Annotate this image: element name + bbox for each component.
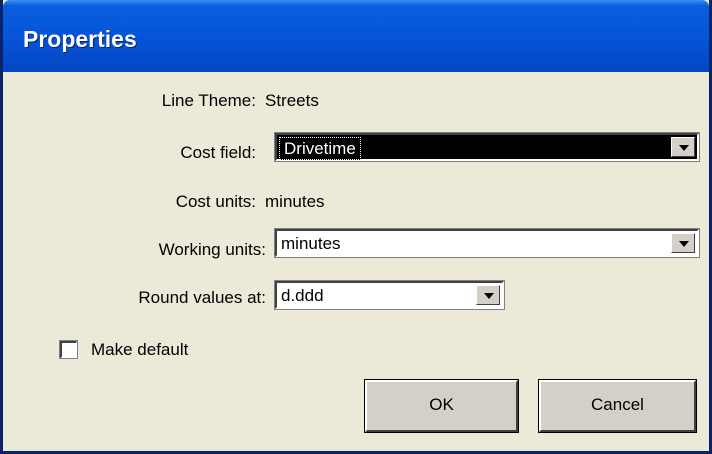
make-default-label[interactable]: Make default xyxy=(91,340,188,360)
working-units-value: minutes xyxy=(281,234,341,253)
round-values-value: d.ddd xyxy=(281,286,324,305)
cost-units-label: Cost units: xyxy=(175,192,256,211)
make-default-checkbox[interactable] xyxy=(59,340,78,359)
cost-units-value: minutes xyxy=(265,192,325,211)
line-theme-value: Streets xyxy=(265,91,319,110)
round-values-label: Round values at: xyxy=(138,288,266,307)
cost-field-label: Cost field: xyxy=(180,143,256,162)
cost-field-dropdown[interactable]: Drivetime xyxy=(274,132,700,162)
window-title: Properties xyxy=(23,26,137,52)
ok-button[interactable]: OK xyxy=(364,379,519,433)
properties-dialog: Properties Line Theme: Streets Cost fiel… xyxy=(0,0,712,454)
round-values-dropdown[interactable]: d.ddd xyxy=(274,280,505,310)
chevron-down-icon[interactable] xyxy=(671,233,695,253)
cost-field-value: Drivetime xyxy=(279,137,361,160)
chevron-down-icon[interactable] xyxy=(671,137,695,157)
title-bar[interactable]: Properties xyxy=(3,0,709,72)
cancel-button[interactable]: Cancel xyxy=(538,379,697,433)
chevron-down-icon[interactable] xyxy=(476,285,500,305)
working-units-dropdown[interactable]: minutes xyxy=(274,228,700,258)
line-theme-label: Line Theme: xyxy=(161,91,256,110)
working-units-label: Working units: xyxy=(158,240,266,259)
